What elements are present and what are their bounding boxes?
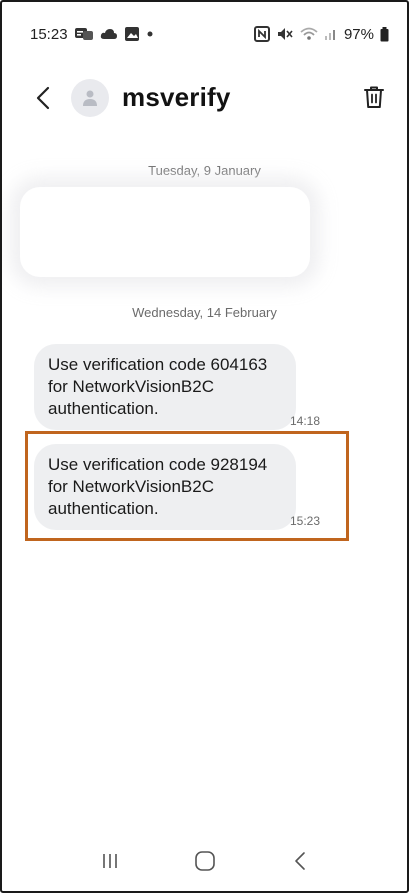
cloud-icon <box>100 27 118 41</box>
battery-percent: 97% <box>343 25 374 43</box>
nfc-icon <box>253 26 270 42</box>
status-right: 97% <box>253 25 389 43</box>
dot-icon <box>146 30 154 38</box>
signal-icon <box>324 27 338 41</box>
wifi-icon <box>300 26 318 42</box>
back-button[interactable] <box>32 84 54 112</box>
back-nav-icon <box>294 852 305 870</box>
date-separator: Wednesday, 14 February <box>132 305 277 320</box>
message-time: 14:18 <box>290 414 321 428</box>
message-row: Use verification code 928194 for Network… <box>34 444 320 530</box>
home-button[interactable] <box>185 841 225 881</box>
chevron-left-icon <box>36 86 50 110</box>
home-icon <box>194 851 215 871</box>
contact-name[interactable]: msverify <box>122 82 231 113</box>
message-row: Use verification code 604163 for Network… <box>34 344 320 430</box>
recent-apps-icon <box>102 854 117 868</box>
phone-screen: 15:23 97% msverify Tuesday, 9 January We… <box>0 0 409 893</box>
navigation-bar <box>2 831 407 891</box>
trash-icon <box>364 86 384 108</box>
date-separator: Tuesday, 9 January <box>148 163 261 178</box>
image-icon <box>124 26 140 42</box>
conversation-header: msverify <box>2 76 407 120</box>
status-time: 15:23 <box>30 25 68 43</box>
back-nav-button[interactable] <box>280 841 320 881</box>
recent-apps-button[interactable] <box>90 841 130 881</box>
status-left: 15:23 <box>30 26 154 43</box>
message-notification-icon <box>74 26 94 42</box>
contact-avatar[interactable] <box>71 79 109 117</box>
message-bubble[interactable]: Use verification code 604163 for Network… <box>34 344 296 430</box>
battery-icon <box>380 26 389 42</box>
mute-icon <box>276 26 294 42</box>
status-bar: 15:23 97% <box>30 24 389 44</box>
message-time: 15:23 <box>290 514 321 528</box>
delete-button[interactable] <box>361 82 387 112</box>
redacted-message <box>20 187 310 277</box>
person-icon <box>83 90 97 106</box>
message-bubble[interactable]: Use verification code 928194 for Network… <box>34 444 296 530</box>
